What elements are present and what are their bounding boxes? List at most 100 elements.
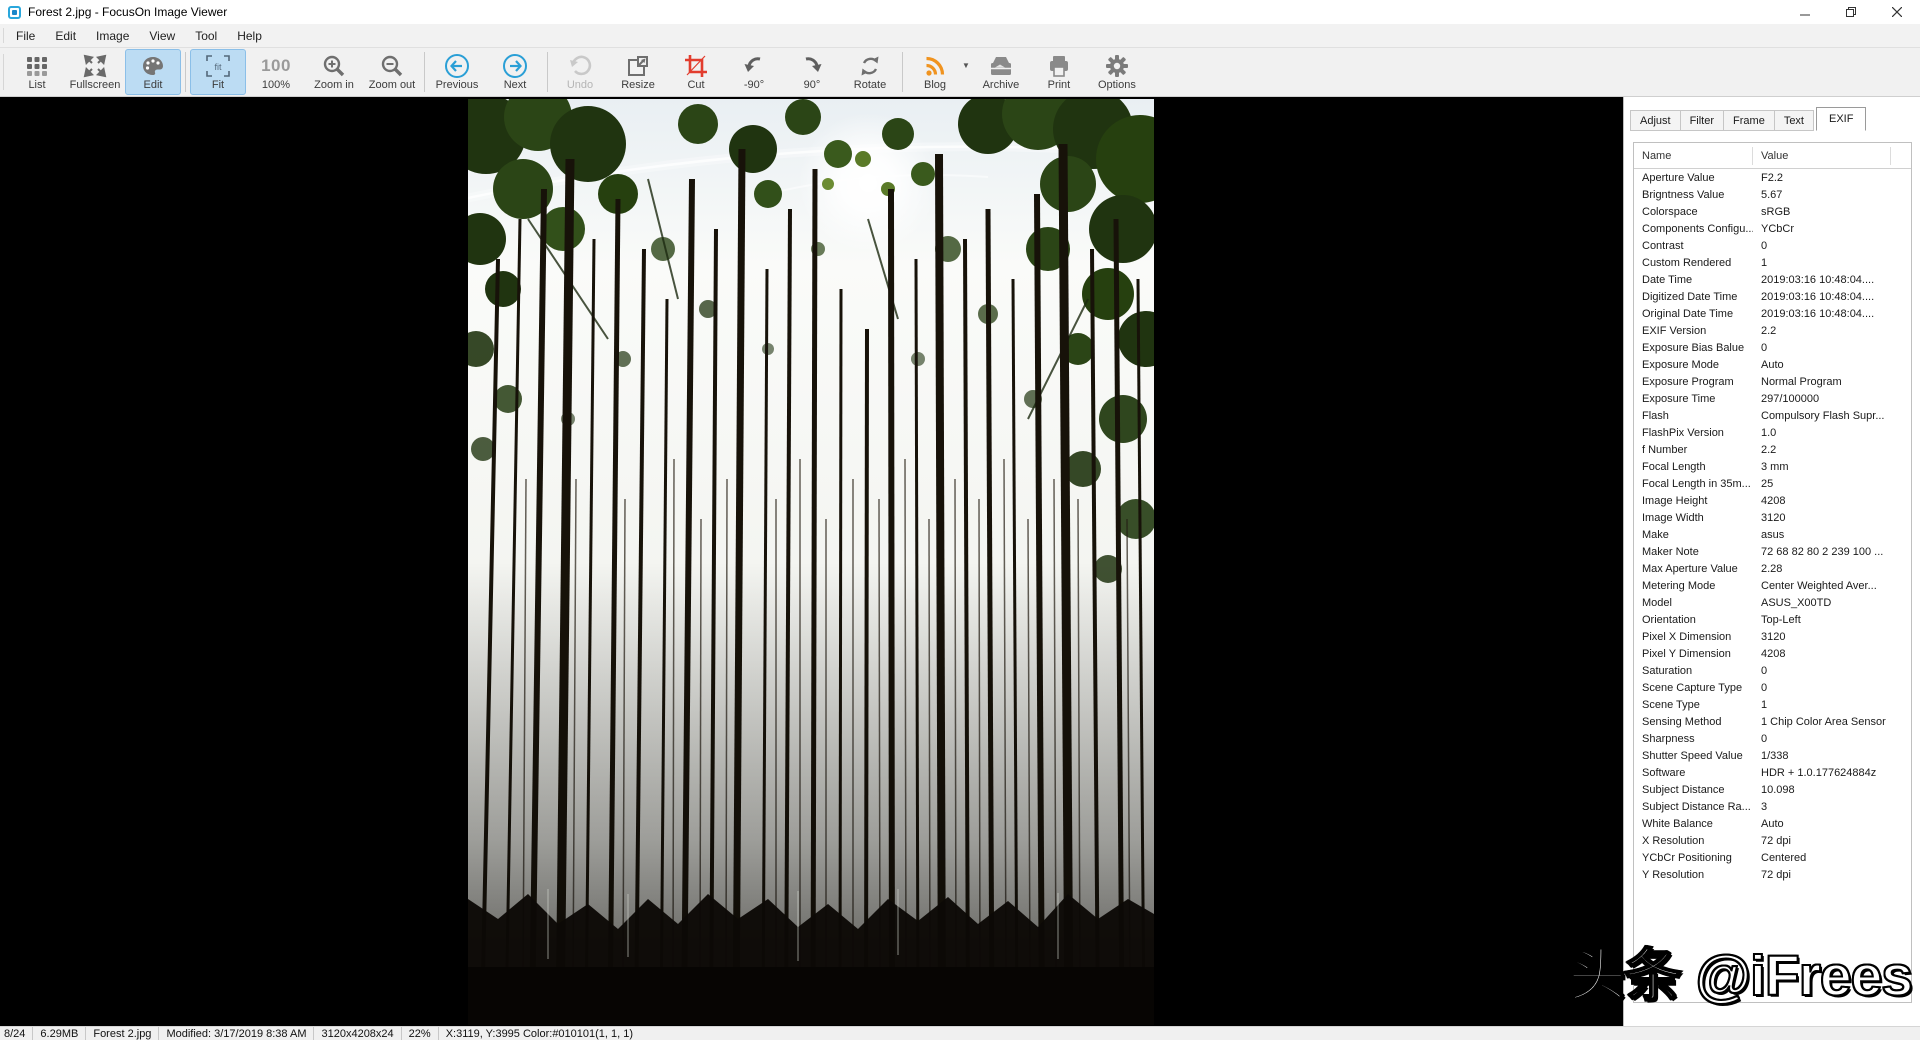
- previous-button[interactable]: Previous: [429, 49, 485, 95]
- archive-button[interactable]: Archive: [973, 49, 1029, 95]
- exif-row[interactable]: Colorspace sRGB: [1634, 203, 1911, 220]
- exif-name-cell: Contrast: [1634, 240, 1753, 252]
- exif-row[interactable]: Sharpness 0: [1634, 730, 1911, 747]
- edit-button[interactable]: Edit: [125, 49, 181, 95]
- toolbar-label: 100%: [262, 79, 290, 92]
- close-icon: [1892, 7, 1902, 17]
- rotate-cw-button[interactable]: 90°: [784, 49, 840, 95]
- exif-row[interactable]: Pixel Y Dimension 4208: [1634, 645, 1911, 662]
- exif-value-cell: 25: [1753, 478, 1911, 490]
- exif-value-cell: 1: [1753, 699, 1911, 711]
- blog-button[interactable]: Blog: [907, 49, 963, 95]
- list-button[interactable]: List: [9, 49, 65, 95]
- exif-row[interactable]: Aperture Value F2.2: [1634, 169, 1911, 186]
- exif-row[interactable]: Orientation Top-Left: [1634, 611, 1911, 628]
- exif-column-header-name[interactable]: Name: [1634, 147, 1753, 165]
- exif-value-cell: 2.2: [1753, 325, 1911, 337]
- exif-row[interactable]: X Resolution 72 dpi: [1634, 832, 1911, 849]
- exif-row[interactable]: Image Width 3120: [1634, 509, 1911, 526]
- exif-row[interactable]: Metering Mode Center Weighted Aver...: [1634, 577, 1911, 594]
- forest-photo: [468, 99, 1154, 1025]
- next-icon: [502, 53, 528, 79]
- exif-row[interactable]: Original Date Time 2019:03:16 10:48:04..…: [1634, 305, 1911, 322]
- exif-row[interactable]: Scene Capture Type 0: [1634, 679, 1911, 696]
- exif-row[interactable]: Date Time 2019:03:16 10:48:04....: [1634, 271, 1911, 288]
- blog-dropdown-arrow-icon[interactable]: ▼: [962, 61, 970, 70]
- exif-row[interactable]: Make asus: [1634, 526, 1911, 543]
- exif-row[interactable]: Brigntness Value 5.67: [1634, 186, 1911, 203]
- menu-image[interactable]: Image: [86, 24, 139, 47]
- exif-row[interactable]: Components Configu... YCbCr: [1634, 220, 1911, 237]
- resize-button[interactable]: Resize: [610, 49, 666, 95]
- exif-row[interactable]: YCbCr Positioning Centered: [1634, 849, 1911, 866]
- rotate-button[interactable]: Rotate: [842, 49, 898, 95]
- image-canvas[interactable]: [0, 97, 1623, 1026]
- toolbar-label: Blog: [924, 79, 946, 92]
- exif-row[interactable]: Subject Distance Ra... 3: [1634, 798, 1911, 815]
- exif-row[interactable]: Subject Distance 10.098: [1634, 781, 1911, 798]
- toolbar-separator: [902, 52, 903, 92]
- exif-column-header-value[interactable]: Value: [1753, 147, 1891, 165]
- exif-row[interactable]: Exposure Time 297/100000: [1634, 390, 1911, 407]
- exif-value-cell: 297/100000: [1753, 393, 1911, 405]
- exif-row[interactable]: Shutter Speed Value 1/338: [1634, 747, 1911, 764]
- restore-button[interactable]: [1828, 0, 1874, 24]
- exif-name-cell: Scene Capture Type: [1634, 682, 1753, 694]
- options-button[interactable]: Options: [1089, 49, 1145, 95]
- menu-edit[interactable]: Edit: [45, 24, 86, 47]
- menu-help[interactable]: Help: [227, 24, 272, 47]
- tab-adjust[interactable]: Adjust: [1630, 110, 1681, 131]
- print-button[interactable]: Print: [1031, 49, 1087, 95]
- status-file-size: 6.29MB: [33, 1027, 86, 1040]
- exif-name-cell: Aperture Value: [1634, 172, 1753, 184]
- exif-name-cell: Subject Distance: [1634, 784, 1753, 796]
- exif-row[interactable]: Scene Type 1: [1634, 696, 1911, 713]
- cut-button[interactable]: Cut: [668, 49, 724, 95]
- zoom-out-button[interactable]: Zoom out: [364, 49, 420, 95]
- close-button[interactable]: [1874, 0, 1920, 24]
- exif-row[interactable]: White Balance Auto: [1634, 815, 1911, 832]
- exif-row[interactable]: Y Resolution 72 dpi: [1634, 866, 1911, 883]
- exif-row[interactable]: Focal Length 3 mm: [1634, 458, 1911, 475]
- crop-cut-icon: [684, 53, 708, 79]
- exif-row[interactable]: Pixel X Dimension 3120: [1634, 628, 1911, 645]
- exif-row[interactable]: Digitized Date Time 2019:03:16 10:48:04.…: [1634, 288, 1911, 305]
- zoom-level-button[interactable]: 100 100%: [248, 49, 304, 95]
- exif-row[interactable]: Contrast 0: [1634, 237, 1911, 254]
- toolbar-separator: [185, 52, 186, 92]
- fit-button[interactable]: fit Fit: [190, 49, 246, 95]
- rotate-ccw-button[interactable]: -90°: [726, 49, 782, 95]
- exif-value-cell: 2019:03:16 10:48:04....: [1753, 274, 1911, 286]
- tab-exif[interactable]: EXIF: [1816, 107, 1866, 131]
- exif-row[interactable]: f Number 2.2: [1634, 441, 1911, 458]
- exif-row[interactable]: Focal Length in 35m... 25: [1634, 475, 1911, 492]
- menu-view[interactable]: View: [139, 24, 185, 47]
- exif-row[interactable]: EXIF Version 2.2: [1634, 322, 1911, 339]
- exif-row[interactable]: Max Aperture Value 2.28: [1634, 560, 1911, 577]
- next-button[interactable]: Next: [487, 49, 543, 95]
- zoom-in-button[interactable]: Zoom in: [306, 49, 362, 95]
- tab-filter[interactable]: Filter: [1681, 110, 1724, 131]
- menu-file[interactable]: File: [6, 24, 45, 47]
- exif-row[interactable]: Flash Compulsory Flash Supr...: [1634, 407, 1911, 424]
- tab-text[interactable]: Text: [1775, 110, 1814, 131]
- exif-row[interactable]: Exposure Mode Auto: [1634, 356, 1911, 373]
- minimize-button[interactable]: [1782, 0, 1828, 24]
- rotate-icon: [858, 53, 882, 79]
- fullscreen-button[interactable]: Fullscreen: [67, 49, 123, 95]
- exif-row[interactable]: Saturation 0: [1634, 662, 1911, 679]
- tab-frame[interactable]: Frame: [1724, 110, 1775, 131]
- menu-tool[interactable]: Tool: [185, 24, 227, 47]
- exif-row[interactable]: Model ASUS_X00TD: [1634, 594, 1911, 611]
- exif-name-cell: Exposure Time: [1634, 393, 1753, 405]
- exif-row[interactable]: Image Height 4208: [1634, 492, 1911, 509]
- exif-name-cell: Exposure Mode: [1634, 359, 1753, 371]
- exif-row[interactable]: Exposure Program Normal Program: [1634, 373, 1911, 390]
- exif-row[interactable]: Custom Rendered 1: [1634, 254, 1911, 271]
- exif-row[interactable]: Sensing Method 1 Chip Color Area Sensor: [1634, 713, 1911, 730]
- exif-row[interactable]: FlashPix Version 1.0: [1634, 424, 1911, 441]
- exif-row[interactable]: Exposure Bias Balue 0: [1634, 339, 1911, 356]
- exif-row[interactable]: Maker Note 72 68 82 80 2 239 100 ...: [1634, 543, 1911, 560]
- exif-row[interactable]: Software HDR + 1.0.177624884z: [1634, 764, 1911, 781]
- exif-name-cell: Pixel Y Dimension: [1634, 648, 1753, 660]
